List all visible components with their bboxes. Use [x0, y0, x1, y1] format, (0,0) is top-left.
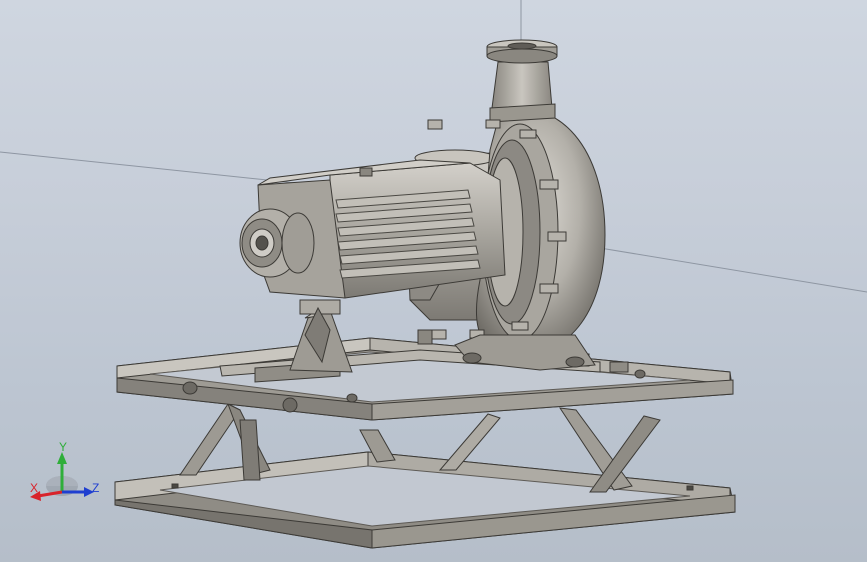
model-scene[interactable] [0, 0, 867, 562]
lower-skid-frame[interactable] [114, 451, 736, 549]
drive-end-flange[interactable] [239, 208, 315, 278]
triad-y-label: Y [59, 440, 68, 454]
triad-x-label: X [30, 481, 39, 495]
orientation-triad: Y X Z [22, 436, 112, 506]
graphics-viewport[interactable]: Y X Z [0, 0, 867, 562]
discharge-nozzle[interactable] [486, 39, 558, 123]
motor-support-foot[interactable] [289, 299, 353, 373]
triad-z-label: Z [92, 481, 100, 495]
